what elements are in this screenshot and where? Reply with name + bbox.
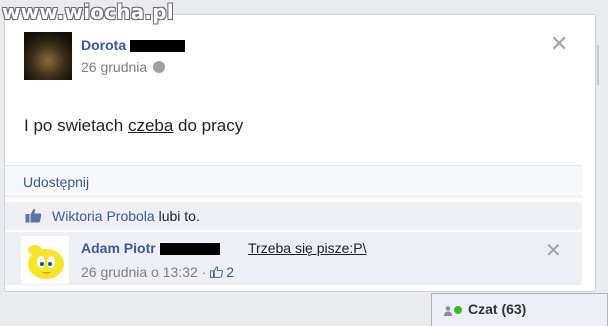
close-icon[interactable]: ✕: [545, 238, 562, 263]
comment: Adam Piotr Trzeba się pisze:P\ 26 grudni…: [5, 232, 582, 285]
share-button[interactable]: Udostępnij: [23, 174, 89, 190]
user-icon: [444, 306, 452, 316]
close-icon[interactable]: ✕: [550, 31, 568, 57]
comment-timestamp[interactable]: 26 grudnia o 13:32 ·: [81, 264, 210, 280]
post-timestamp[interactable]: 26 grudnia: [81, 59, 166, 75]
globe-icon: [153, 61, 166, 73]
post-text-before: I po swietach: [24, 116, 128, 135]
post-text-highlight: czeba: [127, 116, 174, 135]
online-dot-icon: [454, 306, 462, 314]
post-body: I po swietach czeba do pracy: [24, 116, 243, 136]
comment-author[interactable]: Adam Piotr: [81, 240, 220, 256]
comment-text-body: Trzeba się pisze:P\: [248, 240, 367, 256]
post-author-name[interactable]: Dorota: [81, 37, 126, 53]
post-text-after: do pracy: [173, 116, 244, 135]
likes-row: Wiktoria Probola lubi to.: [5, 202, 582, 231]
liker-link[interactable]: Wiktoria Probola: [52, 208, 155, 224]
author-avatar[interactable]: [24, 32, 72, 80]
chat-label[interactable]: Czat (63): [468, 301, 526, 317]
thumbs-up-icon: [210, 266, 224, 278]
chat-tab[interactable]: Czat (63): [431, 293, 608, 326]
comment-meta: 26 grudnia o 13:32 · 2: [81, 264, 234, 280]
redacted-surname: [159, 243, 220, 256]
watermark: www.wiocha.pl: [2, 0, 174, 24]
action-bar: Udostępnij: [5, 165, 582, 197]
redacted-surname: [130, 40, 186, 53]
comment-author-name[interactable]: Adam Piotr: [81, 240, 156, 256]
post-card: Dorota 26 grudnia ✕ I po swietach czeba …: [4, 14, 596, 292]
comment-text: Trzeba się pisze:P\: [248, 240, 367, 256]
thumbs-up-icon: [25, 208, 42, 223]
page-edge-divider: [597, 45, 599, 85]
commenter-avatar[interactable]: [21, 236, 69, 284]
likes-suffix: lubi to.: [154, 208, 200, 224]
post-author[interactable]: Dorota: [81, 37, 186, 53]
post-date-text[interactable]: 26 grudnia: [81, 59, 147, 75]
likes-summary: Wiktoria Probola lubi to.: [52, 208, 200, 224]
comment-like-count[interactable]: 2: [226, 264, 234, 280]
